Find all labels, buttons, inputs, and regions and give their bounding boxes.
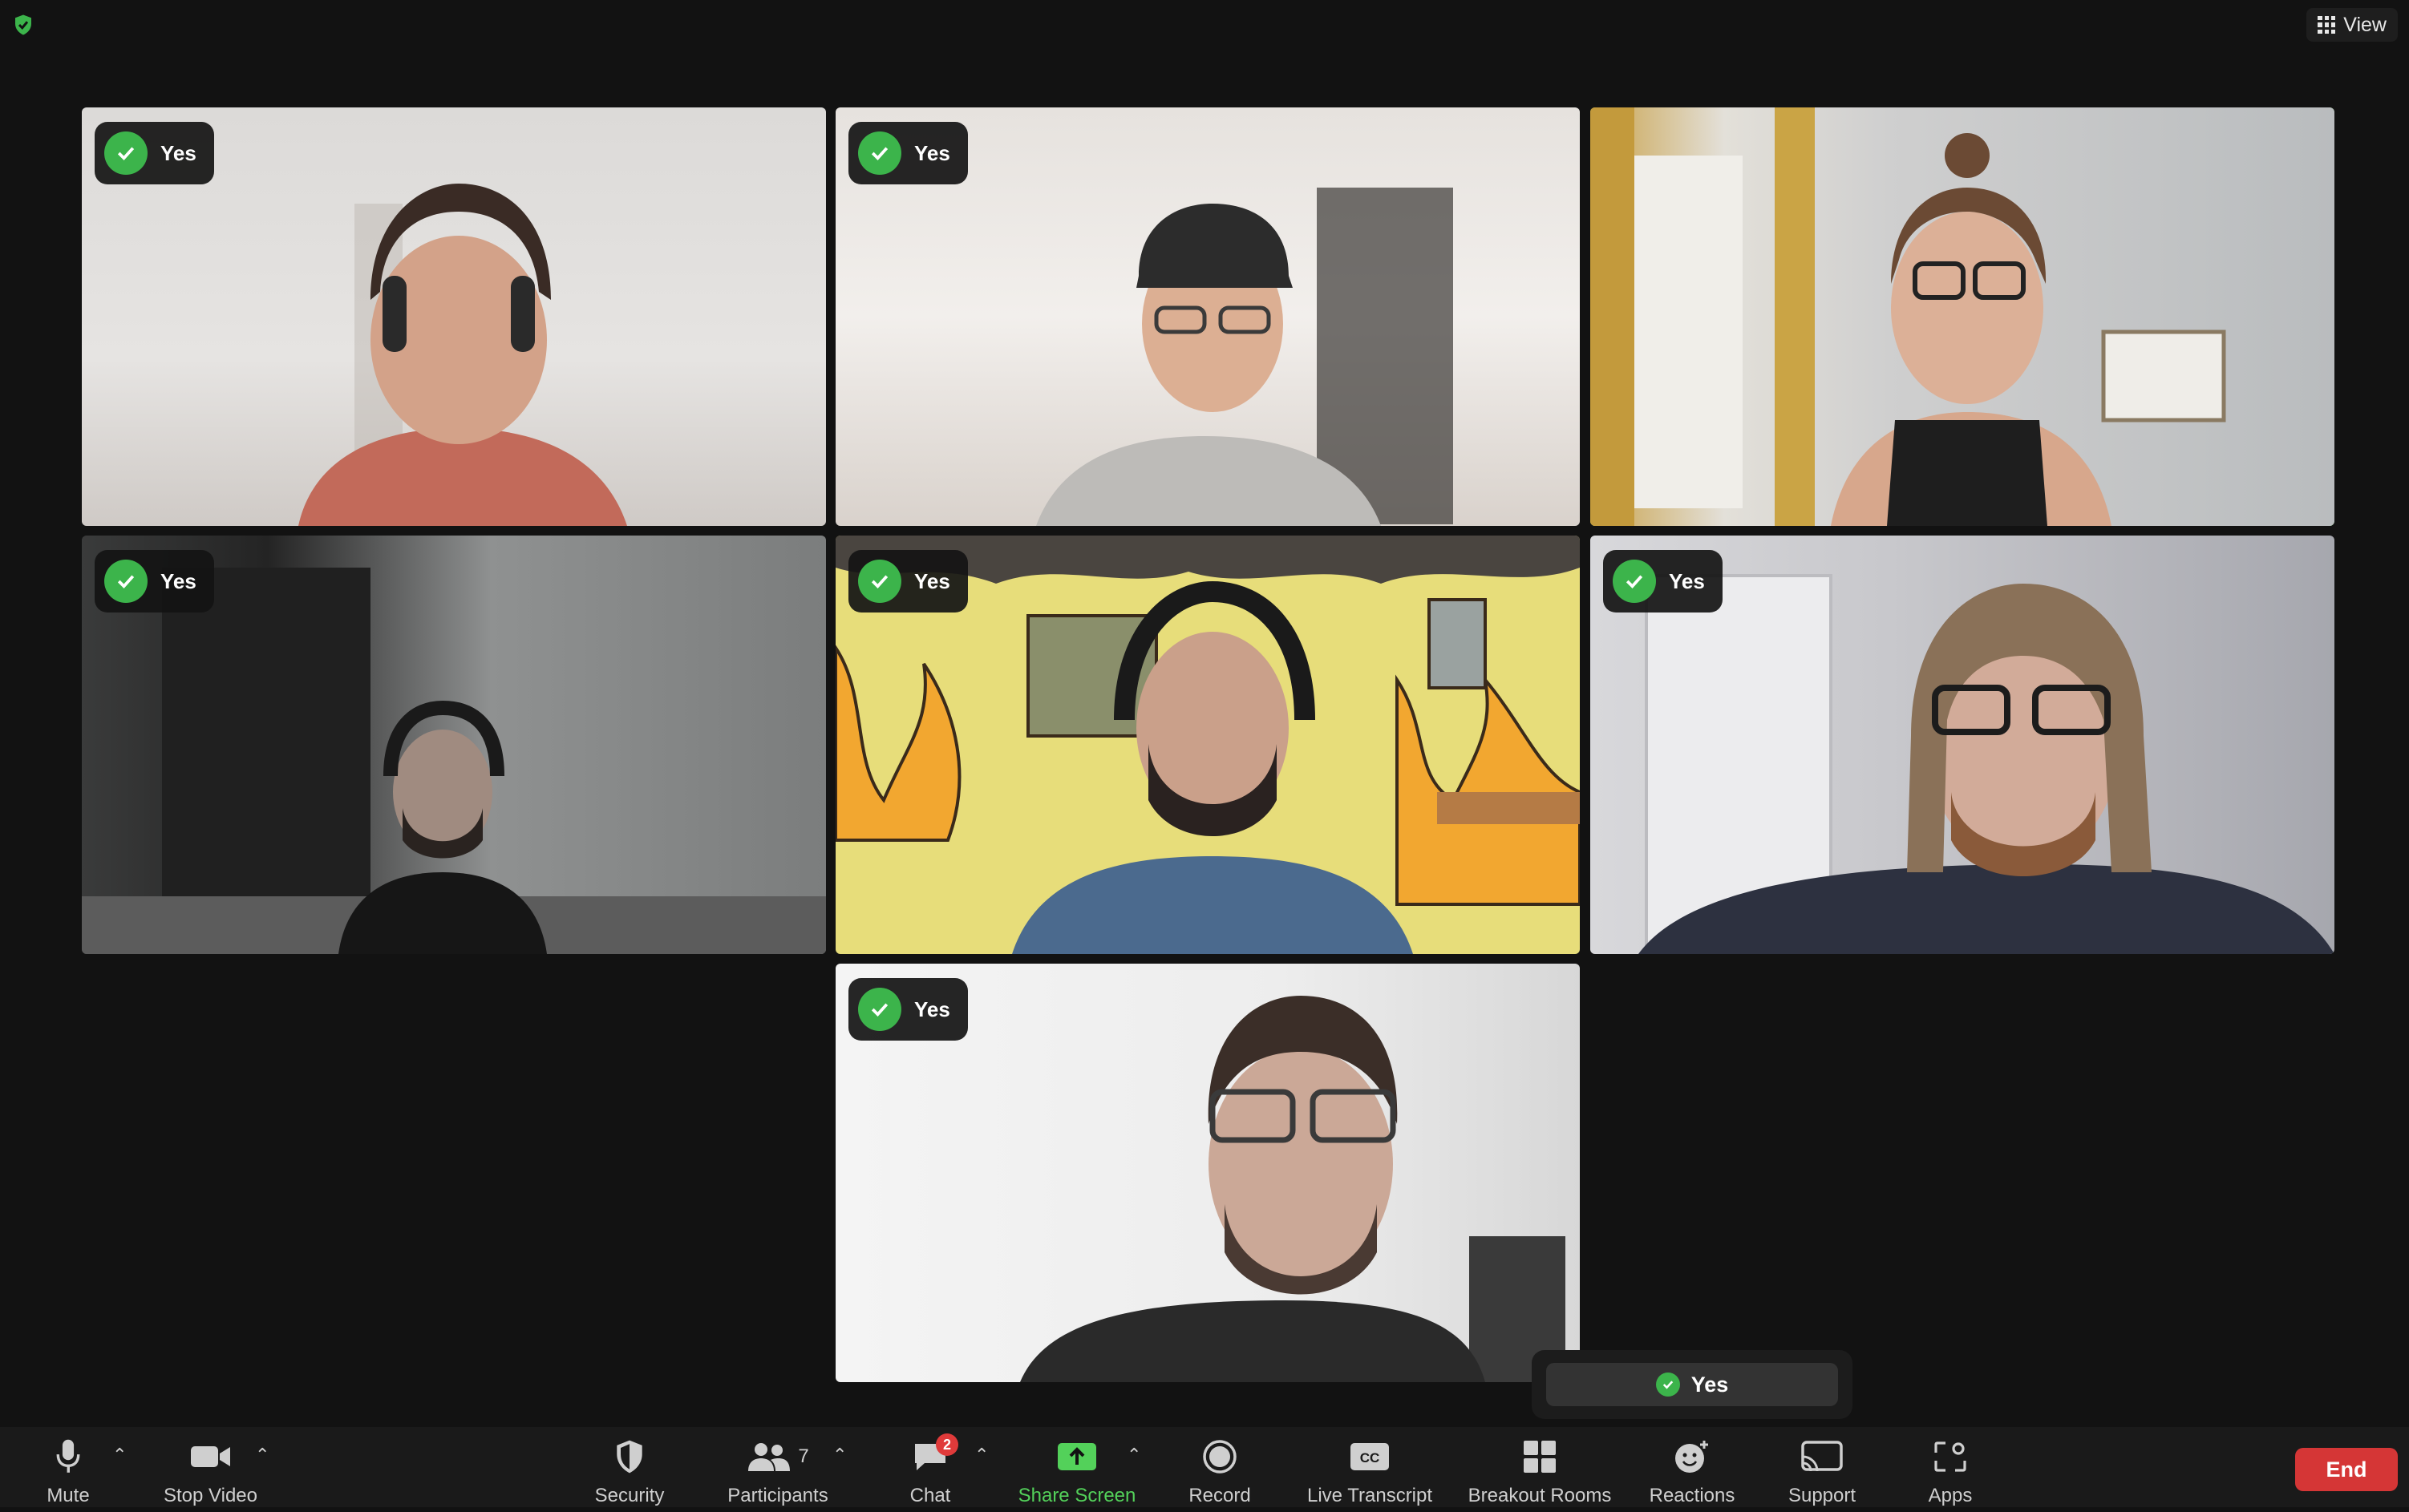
breakout-rooms-button[interactable]: Breakout Rooms [1461, 1427, 1618, 1512]
share-screen-button[interactable]: Share Screen [1012, 1427, 1142, 1512]
participants-count: 7 [798, 1445, 809, 1467]
stop-video-button[interactable]: Stop Video [156, 1427, 265, 1512]
chat-button[interactable]: 2 Chat [898, 1427, 962, 1512]
live-transcript-label: Live Transcript [1306, 1485, 1433, 1506]
caret-up-icon[interactable]: ⌃ [255, 1445, 269, 1466]
apps-label: Apps [1928, 1485, 1973, 1506]
reactions-icon [1674, 1437, 1711, 1477]
support-label: Support [1788, 1485, 1856, 1506]
participant-tile[interactable]: Yes [82, 536, 826, 954]
apps-icon [1934, 1437, 1966, 1477]
view-label: View [2343, 13, 2387, 36]
record-button[interactable]: Record [1183, 1427, 1257, 1512]
caret-up-icon[interactable]: ⌃ [1127, 1445, 1141, 1466]
participant-tile[interactable]: Yes [1590, 536, 2334, 954]
chat-unread-badge: 2 [936, 1433, 958, 1456]
participant-tile[interactable]: Yes [82, 107, 826, 526]
cc-icon: CC [1350, 1437, 1390, 1477]
share-screen-icon [1057, 1437, 1097, 1477]
shield-check-icon[interactable] [11, 13, 35, 37]
apps-button[interactable]: Apps [1918, 1427, 1982, 1512]
vote-badge: Yes [848, 978, 968, 1041]
meeting-toolbar: Mute ⌃ Stop Video ⌃ Security 7 Participa… [0, 1427, 2409, 1507]
shield-icon [614, 1437, 645, 1477]
check-icon [104, 560, 148, 603]
vote-label: Yes [160, 568, 196, 593]
chat-bubble-icon: 2 [912, 1433, 958, 1477]
mute-button[interactable]: Mute [32, 1427, 104, 1512]
participant-video [1590, 107, 2226, 526]
security-label: Security [594, 1485, 665, 1506]
vote-label: Yes [914, 568, 950, 593]
caret-up-icon[interactable]: ⌃ [974, 1445, 989, 1466]
participants-button[interactable]: 7 Participants [714, 1427, 842, 1512]
my-vote-button[interactable]: Yes [1546, 1363, 1838, 1406]
mute-label: Mute [47, 1485, 90, 1506]
my-vote-label: Yes [1690, 1372, 1729, 1397]
stop-video-label: Stop Video [164, 1485, 257, 1506]
vote-label: Yes [160, 140, 196, 165]
security-button[interactable]: Security [585, 1427, 674, 1512]
record-icon [1203, 1437, 1237, 1477]
vote-label: Yes [1669, 568, 1705, 593]
check-icon [1655, 1373, 1680, 1397]
participants-label: Participants [727, 1485, 828, 1506]
check-icon [858, 560, 901, 603]
vote-badge: Yes [95, 122, 214, 184]
participant-tile[interactable]: Yes [836, 107, 1580, 526]
vote-badge: Yes [848, 550, 968, 612]
end-label: End [2326, 1457, 2367, 1482]
caret-up-icon[interactable]: ⌃ [832, 1445, 847, 1466]
support-icon [1801, 1437, 1843, 1477]
participant-tile[interactable]: Yes [836, 536, 1580, 954]
vote-label: Yes [914, 140, 950, 165]
check-icon [104, 131, 148, 175]
people-icon: 7 [747, 1437, 809, 1477]
check-icon [1613, 560, 1656, 603]
check-icon [858, 131, 901, 175]
live-transcript-button[interactable]: CC Live Transcript [1298, 1427, 1442, 1512]
caret-up-icon[interactable]: ⌃ [112, 1445, 127, 1466]
vote-badge: Yes [1603, 550, 1723, 612]
svg-text:CC: CC [1360, 1450, 1380, 1466]
vote-badge: Yes [848, 122, 968, 184]
check-icon [858, 988, 901, 1031]
microphone-icon [55, 1437, 82, 1477]
support-button[interactable]: Support [1782, 1427, 1862, 1512]
grid-icon [2318, 16, 2336, 34]
end-meeting-button[interactable]: End [2295, 1448, 2398, 1491]
reactions-button[interactable]: Reactions [1644, 1427, 1740, 1512]
vote-popup: Yes [1532, 1350, 1852, 1419]
view-button[interactable]: View [2306, 8, 2398, 42]
chat-label: Chat [909, 1485, 951, 1506]
breakout-rooms-icon [1522, 1437, 1557, 1477]
reactions-label: Reactions [1649, 1485, 1735, 1506]
video-camera-icon [190, 1437, 232, 1477]
record-label: Record [1188, 1485, 1251, 1506]
vote-badge: Yes [95, 550, 214, 612]
participant-tile-active-speaker[interactable] [1590, 107, 2334, 526]
breakout-rooms-label: Breakout Rooms [1468, 1485, 1612, 1506]
participant-tile[interactable]: Yes [836, 964, 1580, 1382]
vote-label: Yes [914, 997, 950, 1021]
share-screen-label: Share Screen [1018, 1485, 1136, 1506]
